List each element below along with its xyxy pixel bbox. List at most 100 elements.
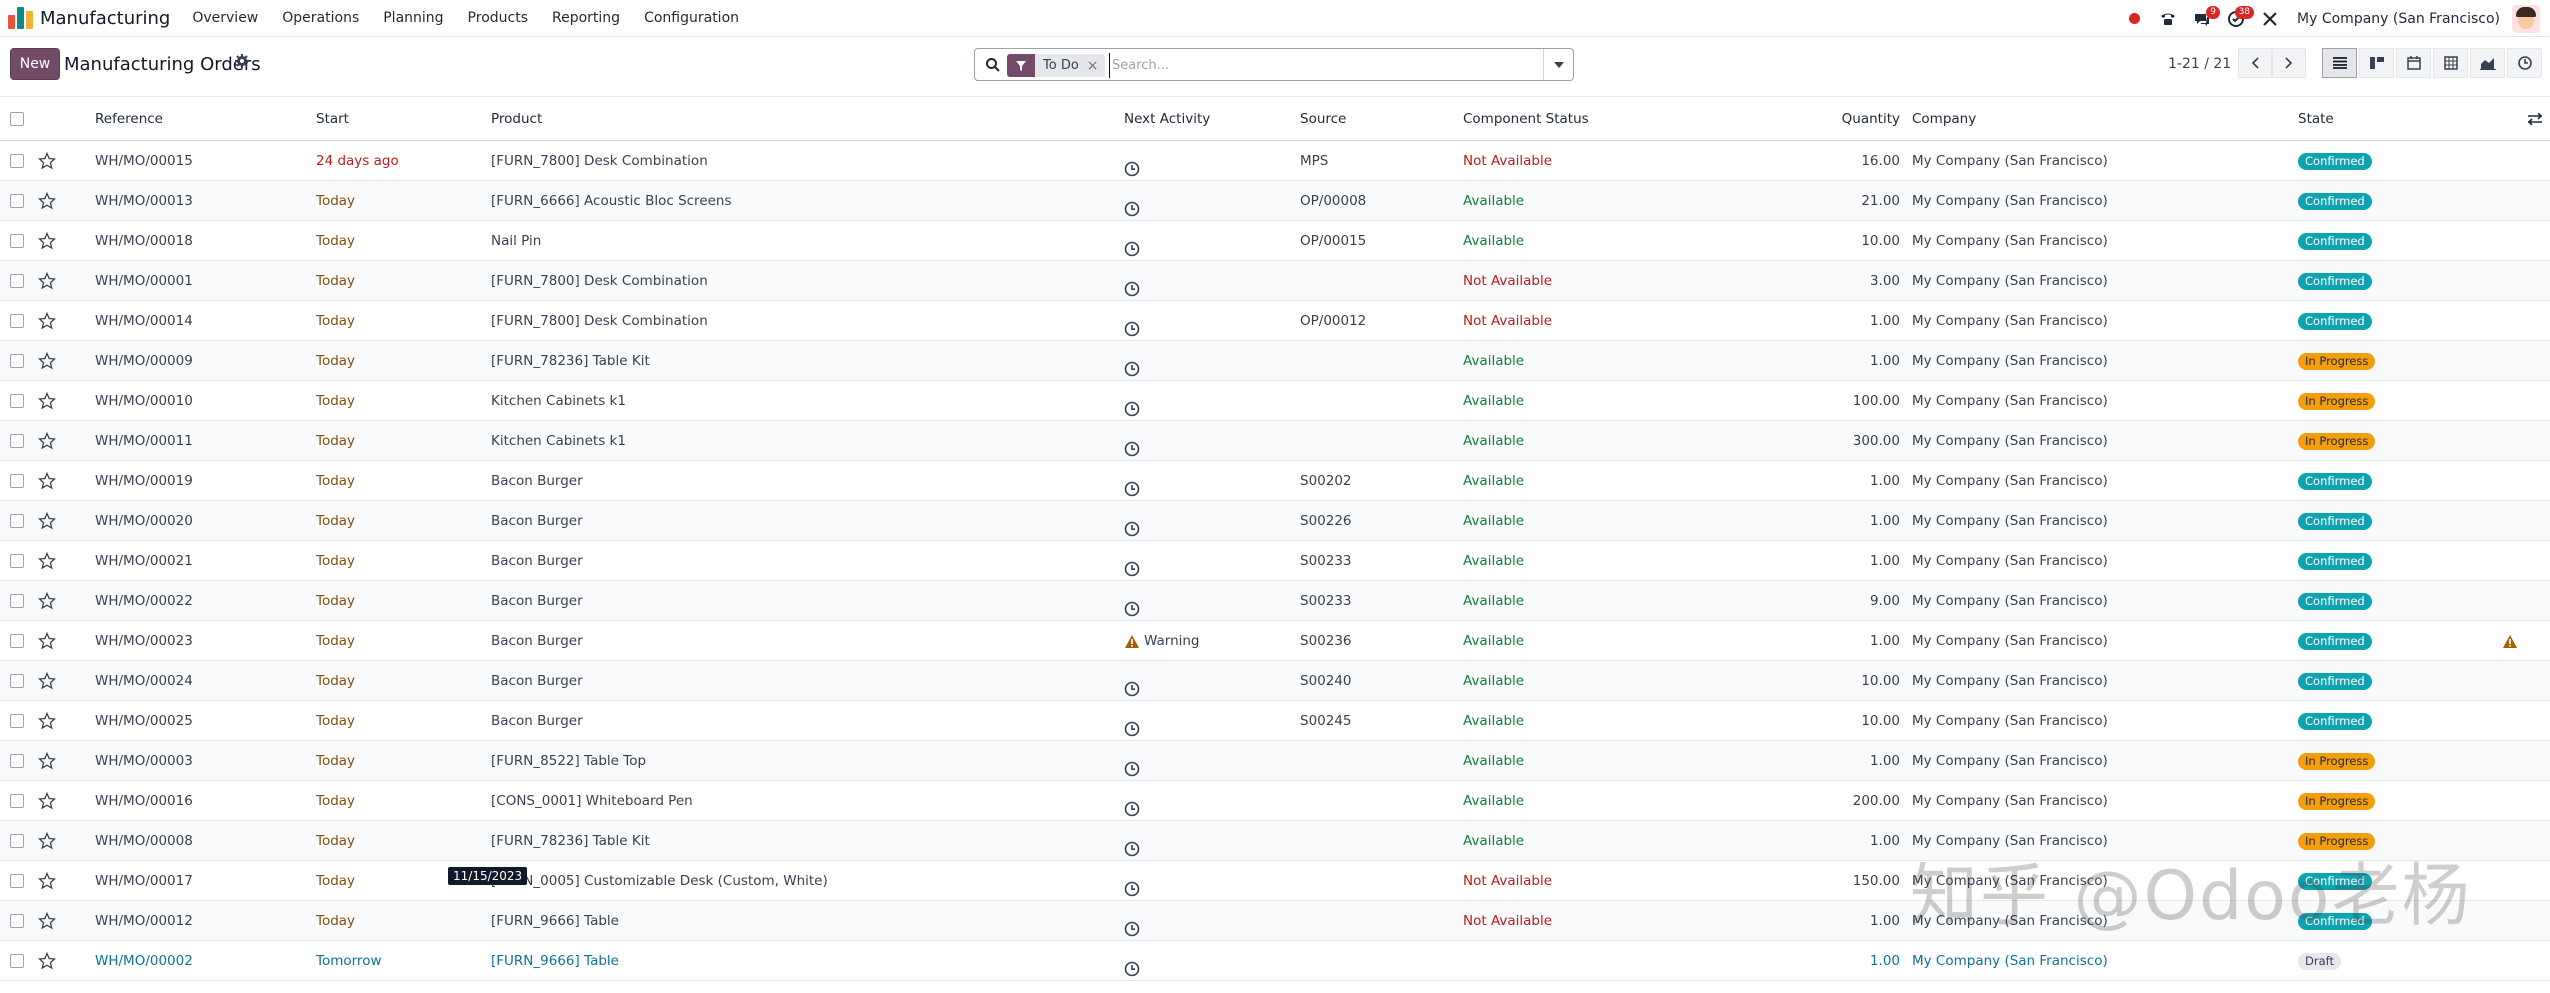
reference-cell[interactable]: WH/MO/00011 [95, 421, 193, 461]
source-cell[interactable]: OP/00015 [1300, 221, 1366, 261]
star-icon[interactable] [37, 871, 57, 890]
phone-icon[interactable] [2153, 4, 2183, 34]
company-cell[interactable]: My Company (San Francisco) [1912, 141, 2108, 181]
star-icon[interactable] [37, 831, 57, 850]
clock-icon[interactable] [1124, 833, 1140, 857]
company-cell[interactable]: My Company (San Francisco) [1912, 381, 2108, 421]
star-icon[interactable] [37, 231, 57, 250]
reference-cell[interactable]: WH/MO/00019 [95, 461, 193, 501]
table-row[interactable]: WH/MO/00015 24 days ago [FURN_7800] Desk C… [0, 141, 2550, 181]
clock-icon[interactable] [1124, 713, 1140, 737]
clock-icon[interactable] [1124, 513, 1140, 537]
clock-icon[interactable] [1124, 233, 1140, 257]
row-checkbox[interactable] [10, 634, 24, 648]
tools-icon[interactable] [2255, 4, 2285, 34]
quantity-cell[interactable]: 150.00 [1700, 861, 1900, 901]
row-checkbox[interactable] [10, 834, 24, 848]
start-cell[interactable]: Today [316, 261, 355, 301]
menu-overview[interactable]: Overview [192, 10, 258, 26]
source-cell[interactable]: S00233 [1300, 581, 1352, 621]
company-cell[interactable]: My Company (San Francisco) [1912, 421, 2108, 461]
quantity-cell[interactable]: 1.00 [1700, 621, 1900, 661]
product-cell[interactable]: [FURN_78236] Table Kit [491, 821, 650, 861]
quantity-cell[interactable]: 200.00 [1700, 781, 1900, 821]
product-cell[interactable]: Nail Pin [491, 221, 541, 261]
quantity-cell[interactable]: 1.00 [1700, 541, 1900, 581]
row-checkbox[interactable] [10, 594, 24, 608]
table-row[interactable]: WH/MO/00018 Today Nail Pin OP/00015 Availabl… [0, 221, 2550, 261]
start-cell[interactable]: Today [316, 181, 355, 221]
source-cell[interactable]: S00240 [1300, 661, 1352, 701]
col-reference[interactable]: Reference [95, 97, 163, 141]
start-cell[interactable]: Today [316, 661, 355, 701]
quantity-cell[interactable]: 1.00 [1700, 501, 1900, 541]
company-cell[interactable]: My Company (San Francisco) [1912, 461, 2108, 501]
star-icon[interactable] [37, 911, 57, 930]
row-checkbox[interactable] [10, 274, 24, 288]
company-cell[interactable]: My Company (San Francisco) [1912, 261, 2108, 301]
row-checkbox[interactable] [10, 434, 24, 448]
gear-icon[interactable] [234, 53, 250, 69]
col-company[interactable]: Company [1912, 97, 1976, 141]
quantity-cell[interactable]: 10.00 [1700, 661, 1900, 701]
product-cell[interactable]: Kitchen Cabinets k1 [491, 421, 626, 461]
clock-icon[interactable] [1124, 433, 1140, 457]
row-checkbox[interactable] [10, 314, 24, 328]
company-cell[interactable]: My Company (San Francisco) [1912, 581, 2108, 621]
messages-icon[interactable]: 9 [2187, 4, 2221, 34]
pivot-view-button[interactable] [2433, 48, 2468, 78]
company-cell[interactable]: My Company (San Francisco) [1912, 781, 2108, 821]
product-cell[interactable]: [FURN_7800] Desk Combination [491, 261, 708, 301]
reference-cell[interactable]: WH/MO/00021 [95, 541, 193, 581]
calendar-view-button[interactable] [2396, 48, 2431, 78]
clock-icon[interactable] [1124, 473, 1140, 497]
clock-icon[interactable] [1124, 673, 1140, 697]
start-cell[interactable]: Today [316, 381, 355, 421]
start-cell[interactable]: 24 days ago [316, 141, 399, 181]
start-cell[interactable]: Today [316, 421, 355, 461]
clock-icon[interactable] [1124, 553, 1140, 577]
reference-cell[interactable]: WH/MO/00002 [95, 941, 193, 981]
source-cell[interactable]: MPS [1300, 141, 1328, 181]
table-row[interactable]: WH/MO/00020 Today Bacon Burger S00226 Availa… [0, 501, 2550, 541]
start-cell[interactable]: Today [316, 701, 355, 741]
table-row[interactable]: WH/MO/00019 Today Bacon Burger S00202 Availa… [0, 461, 2550, 501]
source-cell[interactable]: S00226 [1300, 501, 1352, 541]
star-icon[interactable] [37, 631, 57, 650]
quantity-cell[interactable]: 1.00 [1700, 901, 1900, 941]
star-icon[interactable] [37, 271, 57, 290]
star-icon[interactable] [37, 471, 57, 490]
start-cell[interactable]: Today [316, 461, 355, 501]
select-all-checkbox[interactable] [10, 112, 24, 126]
table-row[interactable]: WH/MO/00022 Today Bacon Burger S00233 Availa… [0, 581, 2550, 621]
row-checkbox[interactable] [10, 754, 24, 768]
company-cell[interactable]: My Company (San Francisco) [1912, 341, 2108, 381]
reference-cell[interactable]: WH/MO/00024 [95, 661, 193, 701]
facet-remove-icon[interactable]: × [1087, 58, 1105, 74]
status-dot-icon[interactable] [2119, 4, 2149, 34]
table-row[interactable]: WH/MO/00025 Today Bacon Burger S00245 Availa… [0, 701, 2550, 741]
company-cell[interactable]: My Company (San Francisco) [1912, 661, 2108, 701]
clock-icon[interactable] [1124, 153, 1140, 177]
product-cell[interactable]: [FURN_0005] Customizable Desk (Custom, W… [491, 861, 828, 901]
menu-configuration[interactable]: Configuration [644, 10, 739, 26]
reference-cell[interactable]: WH/MO/00013 [95, 181, 193, 221]
row-checkbox[interactable] [10, 954, 24, 968]
app-name[interactable]: Manufacturing [40, 8, 170, 29]
star-icon[interactable] [37, 151, 57, 170]
pager-value[interactable]: 1-21 / 21 [2168, 56, 2231, 72]
table-row[interactable]: WH/MO/00023 Today Bacon Burger Warning S0023… [0, 621, 2550, 661]
row-checkbox[interactable] [10, 234, 24, 248]
row-checkbox[interactable] [10, 554, 24, 568]
table-row[interactable]: WH/MO/00014 Today [FURN_7800] Desk Combina… [0, 301, 2550, 341]
quantity-cell[interactable]: 9.00 [1700, 581, 1900, 621]
activity-warning[interactable]: Warning [1124, 621, 1200, 661]
company-cell[interactable]: My Company (San Francisco) [1912, 541, 2108, 581]
product-cell[interactable]: [FURN_9666] Table [491, 901, 619, 941]
start-cell[interactable]: Today [316, 621, 355, 661]
new-button[interactable]: New [10, 48, 60, 80]
start-cell[interactable]: Today [316, 861, 355, 901]
product-cell[interactable]: Bacon Burger [491, 581, 583, 621]
star-icon[interactable] [37, 191, 57, 210]
row-checkbox[interactable] [10, 354, 24, 368]
